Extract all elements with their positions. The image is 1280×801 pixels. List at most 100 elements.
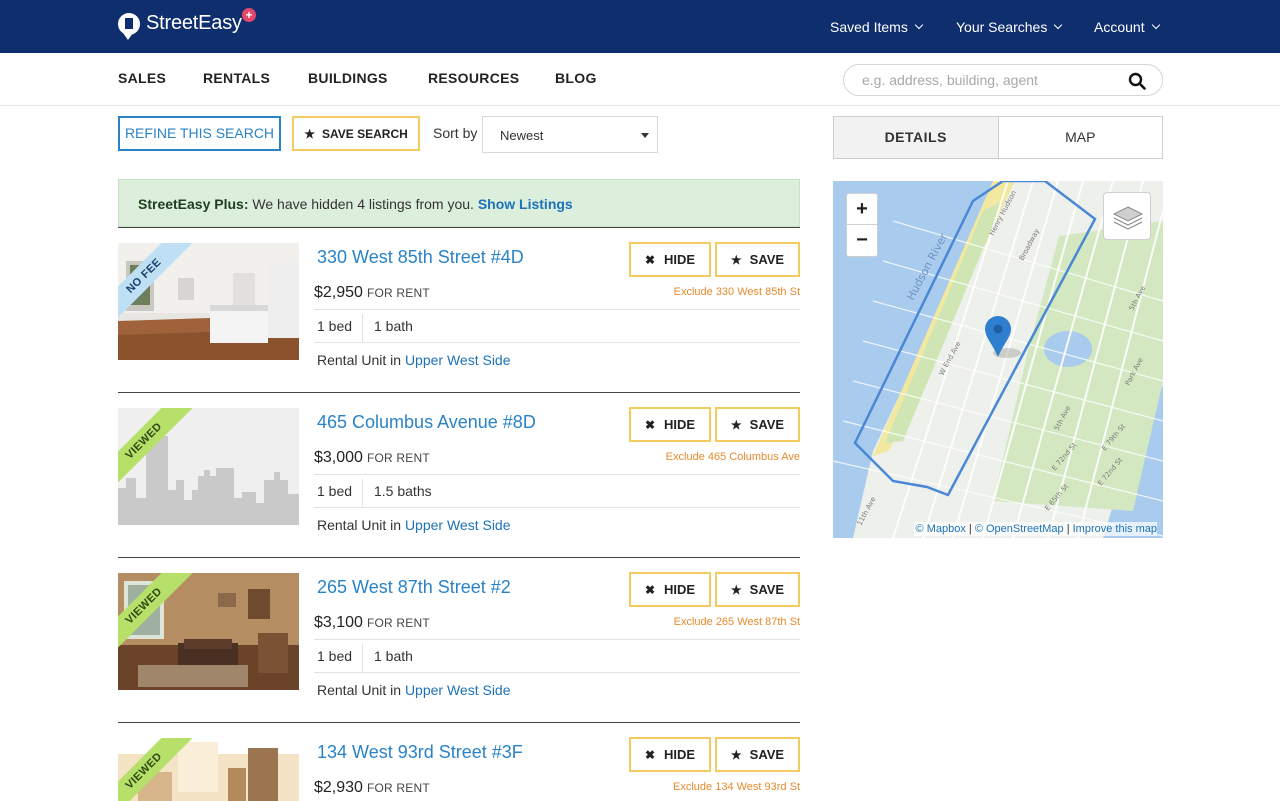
- listing-title-link[interactable]: 465 Columbus Avenue #8D: [317, 412, 536, 433]
- divider: [362, 644, 363, 672]
- tab-details[interactable]: DETAILS: [834, 117, 999, 158]
- refine-search-button[interactable]: REFINE THIS SEARCH: [118, 116, 281, 151]
- chevron-down-icon: [914, 20, 924, 29]
- close-icon: ✖: [644, 747, 655, 762]
- nav-resources[interactable]: RESOURCES: [428, 70, 519, 86]
- listing-title-link[interactable]: 330 West 85th Street #4D: [317, 247, 524, 268]
- listing-beds: 1 bed: [317, 648, 353, 664]
- nav-blog[interactable]: BLOG: [555, 70, 597, 86]
- save-button[interactable]: ★ SAVE: [715, 572, 800, 607]
- exclude-address-link[interactable]: Exclude 265 West 87th St: [674, 616, 800, 628]
- zoom-controls: + −: [846, 193, 878, 257]
- divider: [362, 479, 363, 507]
- listing-photo[interactable]: VIEWED: [118, 738, 299, 801]
- divider: [314, 474, 800, 475]
- openstreetmap-link[interactable]: © OpenStreetMap: [975, 523, 1064, 535]
- listing-baths: 1 bath: [374, 318, 413, 334]
- listing-card: NO FEE 330 West 85th Street #4D $2,950 FO…: [118, 227, 800, 392]
- saved-items-label: Saved Items: [830, 18, 908, 35]
- show-listings-link[interactable]: Show Listings: [478, 196, 573, 212]
- listing-beds: 1 bed: [317, 318, 353, 334]
- sort-selected-value: Newest: [500, 128, 544, 143]
- caret-down-icon: [641, 133, 649, 138]
- zoom-out-button[interactable]: −: [847, 225, 877, 256]
- neighborhood-link[interactable]: Upper West Side: [405, 517, 511, 533]
- save-search-button[interactable]: ★ SAVE SEARCH: [292, 116, 420, 151]
- sort-by-label: Sort by: [433, 125, 478, 141]
- star-icon: ★: [730, 582, 742, 597]
- your-searches-menu[interactable]: Your Searches: [956, 0, 1063, 53]
- listing-title-link[interactable]: 134 West 93rd Street #3F: [317, 742, 523, 763]
- sort-select[interactable]: Newest: [482, 116, 658, 153]
- listing-photo[interactable]: VIEWED: [118, 573, 299, 690]
- account-label: Account: [1094, 18, 1145, 35]
- listing-baths: 1 bath: [374, 648, 413, 664]
- star-icon: ★: [304, 126, 315, 141]
- improve-map-link[interactable]: Improve this map: [1073, 523, 1157, 535]
- chevron-down-icon: [1151, 20, 1160, 29]
- hide-button[interactable]: ✖ HIDE: [629, 407, 711, 442]
- listing-baths: 1.5 baths: [374, 483, 432, 499]
- listings-map[interactable]: Hudson River Henry Hudson Broadway W End…: [833, 181, 1163, 538]
- search-input[interactable]: [862, 72, 1122, 88]
- layers-icon: [1112, 206, 1144, 230]
- saved-items-menu[interactable]: Saved Items: [830, 0, 924, 53]
- exclude-address-link[interactable]: Exclude 330 West 85th St: [674, 286, 800, 298]
- divider: [362, 314, 363, 342]
- your-searches-label: Your Searches: [956, 18, 1048, 35]
- divider: [314, 507, 800, 508]
- listing-photo[interactable]: VIEWED: [118, 408, 299, 525]
- tab-map[interactable]: MAP: [999, 117, 1163, 158]
- notice-text: We have hidden 4 listings from you.: [248, 196, 478, 212]
- hide-button[interactable]: ✖ HIDE: [629, 242, 711, 277]
- save-search-label: SAVE SEARCH: [321, 126, 408, 141]
- layers-button[interactable]: [1103, 192, 1151, 240]
- divider: [314, 672, 800, 673]
- listing-title-link[interactable]: 265 West 87th Street #2: [317, 577, 511, 598]
- nav-buildings[interactable]: BUILDINGS: [308, 70, 388, 86]
- mapbox-link[interactable]: © Mapbox: [916, 523, 966, 535]
- neighborhood-link[interactable]: Upper West Side: [405, 682, 511, 698]
- nav-sales[interactable]: SALES: [118, 70, 166, 86]
- divider: [314, 639, 800, 640]
- hide-button[interactable]: ✖ HIDE: [629, 572, 711, 607]
- listing-photo[interactable]: NO FEE: [118, 243, 299, 360]
- streeteasy-logo[interactable]: StreetEasy +: [118, 8, 256, 40]
- listing-card: VIEWED 134 West 93rd Street #3F $2,930 FO…: [118, 722, 800, 801]
- logo-plus-badge: +: [242, 8, 256, 22]
- star-icon: ★: [730, 747, 742, 762]
- chevron-down-icon: [1054, 20, 1063, 29]
- exclude-address-link[interactable]: Exclude 465 Columbus Ave: [666, 451, 800, 463]
- listing-price: $3,000 FOR RENT: [314, 449, 430, 466]
- search-icon[interactable]: [1128, 72, 1146, 90]
- save-button[interactable]: ★ SAVE: [715, 407, 800, 442]
- main-nav: SALES RENTALS BUILDINGS RESOURCES BLOG: [0, 53, 1280, 106]
- notice-prefix: StreetEasy Plus:: [138, 196, 249, 212]
- hide-button[interactable]: ✖ HIDE: [629, 737, 711, 772]
- listing-card: VIEWED 465 Columbus Avenue #8D $3,000 FOR…: [118, 392, 800, 557]
- close-icon: ✖: [644, 582, 655, 597]
- star-icon: ★: [730, 417, 742, 432]
- listing-type: Rental Unit in Upper West Side: [317, 517, 511, 533]
- save-button[interactable]: ★ SAVE: [715, 242, 800, 277]
- divider: [314, 342, 800, 343]
- exclude-address-link[interactable]: Exclude 134 West 93rd St: [673, 781, 800, 793]
- search-box: [843, 64, 1163, 96]
- star-icon: ★: [730, 252, 742, 267]
- listing-type: Rental Unit in Upper West Side: [317, 352, 511, 368]
- close-icon: ✖: [644, 417, 655, 432]
- view-tabs: DETAILS MAP: [833, 116, 1163, 159]
- listing-card: VIEWED 265 West 87th Street #2 $3,100 FOR…: [118, 557, 800, 722]
- plus-notice-banner: StreetEasy Plus: We have hidden 4 listin…: [118, 179, 800, 227]
- nav-rentals[interactable]: RENTALS: [203, 70, 270, 86]
- logo-building-icon: [118, 12, 140, 40]
- close-icon: ✖: [644, 252, 655, 267]
- top-header: StreetEasy + Saved Items Your Searches A…: [0, 0, 1280, 53]
- save-button[interactable]: ★ SAVE: [715, 737, 800, 772]
- listing-type: Rental Unit in Upper West Side: [317, 682, 511, 698]
- zoom-in-button[interactable]: +: [847, 194, 877, 225]
- neighborhood-link[interactable]: Upper West Side: [405, 352, 511, 368]
- divider: [314, 309, 800, 310]
- account-menu[interactable]: Account: [1094, 0, 1160, 53]
- listing-beds: 1 bed: [317, 483, 353, 499]
